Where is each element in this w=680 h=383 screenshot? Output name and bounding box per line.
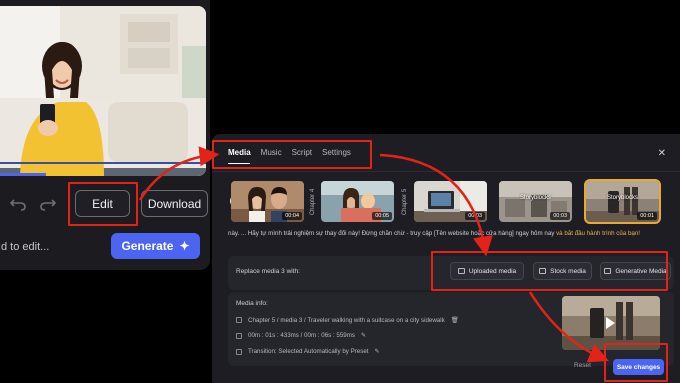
pencil-icon[interactable]: ✎ xyxy=(374,348,379,355)
media-info-section: Media info: Chapter 5 / media 3 / Travel… xyxy=(228,292,674,366)
tab-music[interactable]: Music xyxy=(261,148,282,166)
stock-source-label: Storyblocks xyxy=(519,195,551,201)
duration-badge: 00:03 xyxy=(550,212,570,220)
media-icon xyxy=(236,317,242,323)
redo-icon[interactable] xyxy=(38,194,58,214)
divider xyxy=(212,171,680,172)
generate-label: Generate xyxy=(121,239,174,253)
tab-settings[interactable]: Settings xyxy=(322,148,351,166)
media-thumbnail[interactable]: 00:05 xyxy=(321,181,394,222)
video-preview-image[interactable] xyxy=(0,6,206,176)
uploaded-media-button[interactable]: Uploaded media xyxy=(450,262,524,280)
media-transition-row: Transition: Selected Automatically by Pr… xyxy=(236,348,380,355)
media-thumbnail[interactable]: Storyblocks 00:03 xyxy=(499,181,572,222)
chapter-tag: Chapter 5 xyxy=(402,188,409,215)
trash-icon[interactable]: 🗑 xyxy=(451,316,459,324)
woman-using-phone-illustration xyxy=(0,6,206,176)
replace-media-label: Replace media 3 with: xyxy=(236,268,300,275)
chapter-tag: Chapter 4 xyxy=(310,188,317,215)
prompt-input[interactable]: d to edit... xyxy=(0,236,100,258)
media-info-title: Media info: xyxy=(236,300,268,307)
media-editor-dialog: Media Music Script Settings ✕ ‹ 00:04 Ch… xyxy=(212,134,680,383)
preview-toolbar: Edit Download xyxy=(0,182,210,226)
media-strip: ‹ 00:04 Chapter 4 xyxy=(228,179,676,224)
transition-icon xyxy=(236,348,242,355)
close-icon[interactable]: ✕ xyxy=(658,148,666,159)
media-path-row: Chapter 5 / media 3 / Traveler walking w… xyxy=(236,316,459,324)
save-changes-button[interactable]: Save changes xyxy=(613,359,664,375)
stock-media-button[interactable]: Stock media xyxy=(533,262,592,280)
replace-media-section: Replace media 3 with: Uploaded media Sto… xyxy=(228,256,674,290)
reset-button[interactable]: Reset xyxy=(574,362,591,369)
media-timing-row: 00m : 01s : 433ms / 00m : 06s : 559ms ✎ xyxy=(236,332,366,339)
duration-badge: 00:03 xyxy=(465,212,485,220)
undo-icon[interactable] xyxy=(8,194,28,214)
script-text-main: này. ... Hãy tự mình trải nghiệm sự thay… xyxy=(228,230,557,237)
video-preview-panel: Edit Download d to edit... Generate ✦ xyxy=(0,0,210,270)
script-text: này. ... Hãy tự mình trải nghiệm sự thay… xyxy=(228,230,674,237)
generative-media-button[interactable]: Generative Media xyxy=(600,262,671,280)
script-text-highlight: và bắt đầu hành trình của bạn! xyxy=(556,230,641,237)
stock-source-label: Storyblocks xyxy=(606,195,638,201)
play-icon[interactable] xyxy=(606,317,615,329)
upload-icon xyxy=(457,268,465,274)
tab-script[interactable]: Script xyxy=(292,148,312,166)
media-thumbnail[interactable]: 00:03 xyxy=(414,181,487,222)
duration-badge: 00:04 xyxy=(282,212,302,220)
active-tab-indicator xyxy=(228,163,250,164)
media-preview-thumbnail[interactable] xyxy=(562,296,660,350)
media-thumbnail[interactable]: 00:04 xyxy=(231,181,304,222)
clock-icon xyxy=(236,332,242,339)
magic-icon xyxy=(604,268,612,274)
duration-badge: 00:05 xyxy=(372,212,392,220)
pencil-icon[interactable]: ✎ xyxy=(361,332,366,339)
generate-button[interactable]: Generate ✦ xyxy=(111,233,200,259)
edit-button[interactable]: Edit xyxy=(75,190,130,217)
sparkle-icon: ✦ xyxy=(179,239,190,253)
download-button[interactable]: Download xyxy=(141,190,208,217)
image-icon xyxy=(539,268,547,274)
duration-badge: 00:01 xyxy=(637,212,657,220)
media-thumbnail-selected[interactable]: Storyblocks 00:01 xyxy=(584,179,661,224)
